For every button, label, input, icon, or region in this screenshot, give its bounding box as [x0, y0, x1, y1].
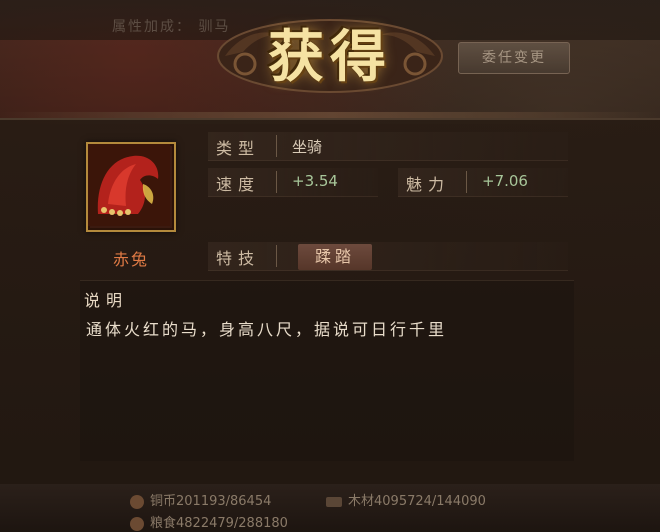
copper-coin-icon	[130, 494, 144, 509]
attribute-bonus-text: 属性加成： 驯马	[112, 19, 231, 35]
grain-resource: 粮食4822479/288180	[130, 512, 288, 531]
type-separator	[276, 135, 277, 157]
type-value: 坐骑	[292, 138, 323, 156]
type-row	[208, 132, 568, 161]
red-horse-icon	[88, 144, 170, 226]
copper-resource: 铜币201193/86454	[130, 490, 271, 509]
skill-separator	[276, 245, 277, 267]
description-title: 说明	[84, 291, 129, 310]
speed-label: 速度	[216, 175, 261, 194]
description-box	[80, 280, 574, 461]
item-name: 赤兔	[112, 250, 149, 269]
wood-value: 木材4095724/144090	[348, 494, 486, 509]
item-icon-frame[interactable]	[86, 142, 176, 232]
grain-icon	[130, 516, 144, 531]
wood-icon	[326, 496, 342, 507]
charm-separator	[466, 171, 467, 193]
type-label: 类型	[216, 139, 261, 158]
page-title: 获得	[268, 24, 392, 90]
appointment-change-button: 委任变更	[458, 42, 570, 74]
description-text: 通体火红的马，身高八尺，据说可日行千里	[86, 320, 448, 339]
wood-resource: 木材4095724/144090	[326, 490, 486, 509]
skill-row	[208, 242, 568, 271]
copper-value: 铜币201193/86454	[150, 494, 272, 509]
grain-value: 粮食4822479/288180	[150, 516, 288, 531]
skill-chip[interactable]: 蹂踏	[298, 244, 372, 270]
skill-label: 特技	[216, 249, 261, 268]
speed-separator	[276, 171, 277, 193]
speed-value: +3.54	[292, 172, 338, 190]
charm-label: 魅力	[406, 175, 451, 194]
charm-value: +7.06	[482, 172, 528, 190]
